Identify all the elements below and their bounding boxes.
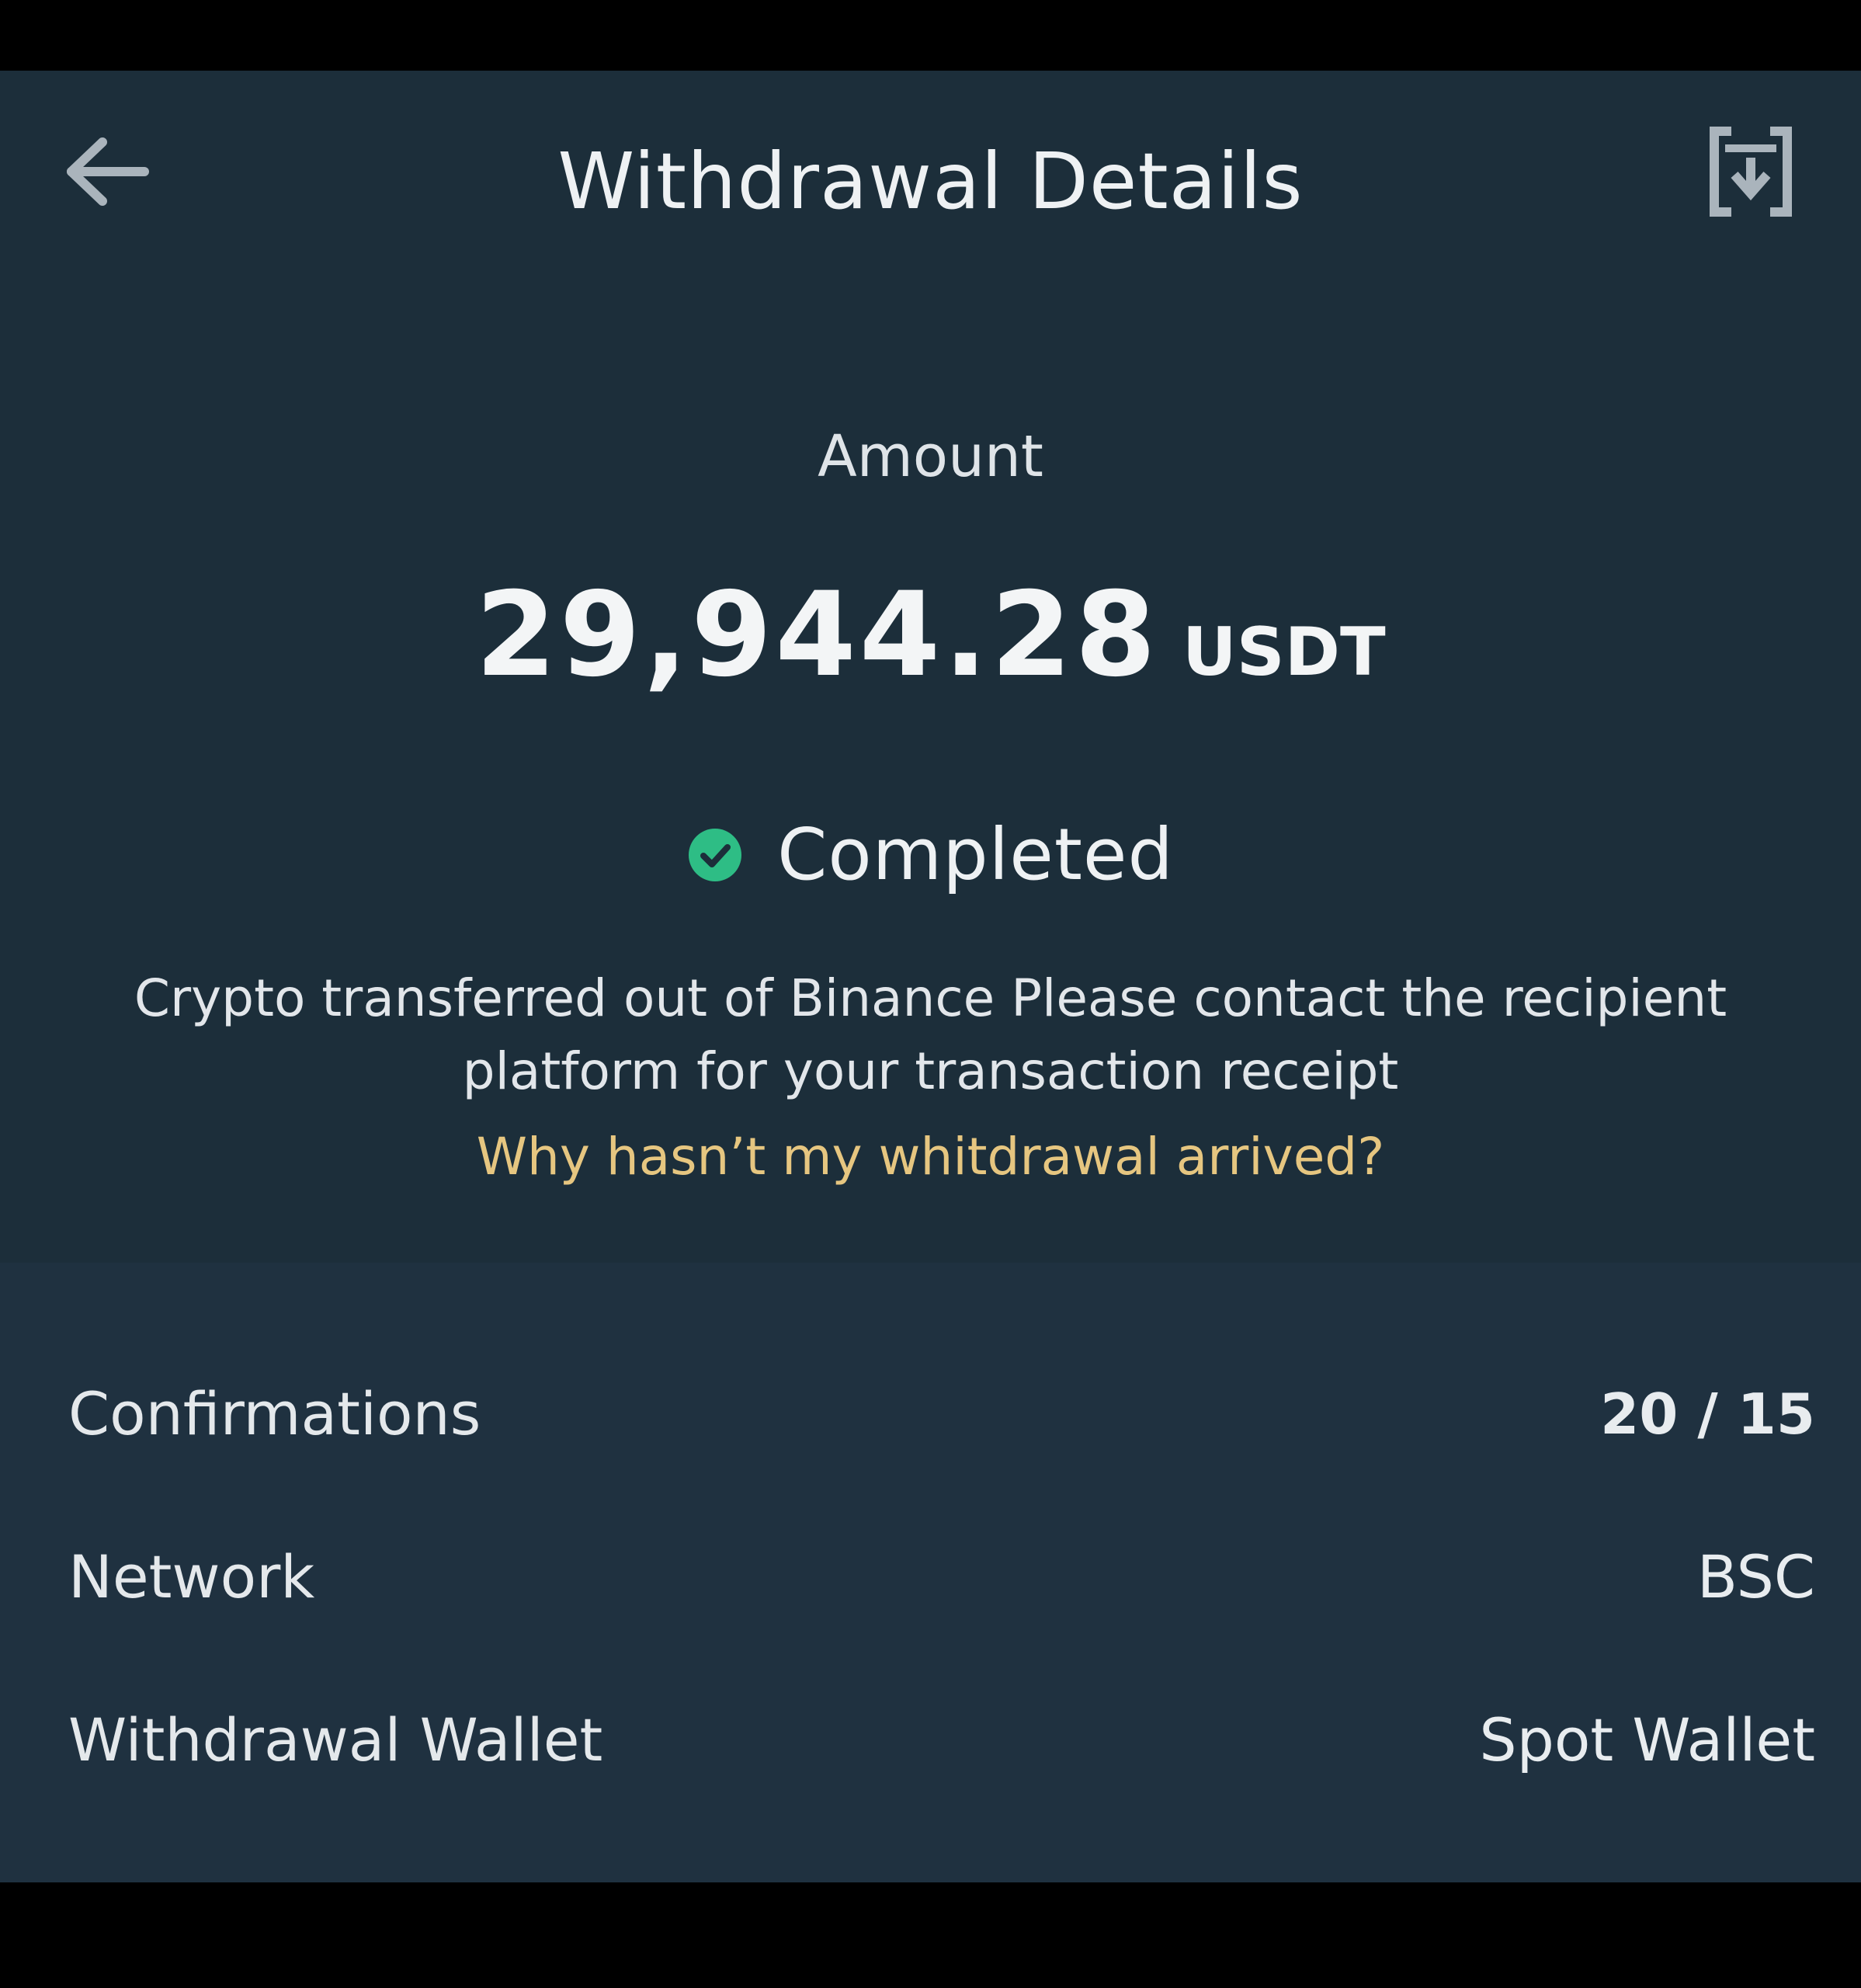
withdrawal-help-link[interactable]: Why hasn’t my whitdrawal arrived? xyxy=(0,1121,1861,1194)
download-icon xyxy=(1710,127,1792,217)
check-circle-icon xyxy=(689,829,742,881)
amount-value: 29,944.28 xyxy=(475,568,1159,703)
summary-section: Withdrawal Details Amount 29,944.28 USDT … xyxy=(0,71,1861,1263)
transfer-message: Crypto transferred out of Binance Please… xyxy=(134,968,1727,1101)
amount-label: Amount xyxy=(818,423,1043,490)
status-text: Completed xyxy=(777,813,1174,896)
detail-row-confirmations: Confirmations 20 / 15 xyxy=(68,1371,1815,1457)
confirmations-value: 20 / 15 xyxy=(1600,1382,1815,1447)
network-label: Network xyxy=(68,1542,315,1611)
detail-row-network: Network BSC xyxy=(68,1534,1815,1620)
page-title: Withdrawal Details xyxy=(557,136,1304,227)
withdrawal-details-screen: Withdrawal Details Amount 29,944.28 USDT … xyxy=(0,71,1861,1882)
network-value: BSC xyxy=(1696,1542,1815,1611)
details-section: Confirmations 20 / 15 Network BSC Withdr… xyxy=(0,1263,1861,1882)
detail-row-withdrawal-wallet: Withdrawal Wallet Spot Wallet xyxy=(68,1698,1815,1783)
confirmations-label: Confirmations xyxy=(68,1379,481,1448)
status-indicator: Completed xyxy=(0,808,1861,902)
amount-display: 29,944.28 USDT xyxy=(0,568,1861,703)
withdrawal-wallet-value: Spot Wallet xyxy=(1479,1705,1815,1774)
amount-unit: USDT xyxy=(1182,613,1386,691)
download-button[interactable] xyxy=(1708,125,1793,218)
withdrawal-wallet-label: Withdrawal Wallet xyxy=(68,1705,603,1774)
